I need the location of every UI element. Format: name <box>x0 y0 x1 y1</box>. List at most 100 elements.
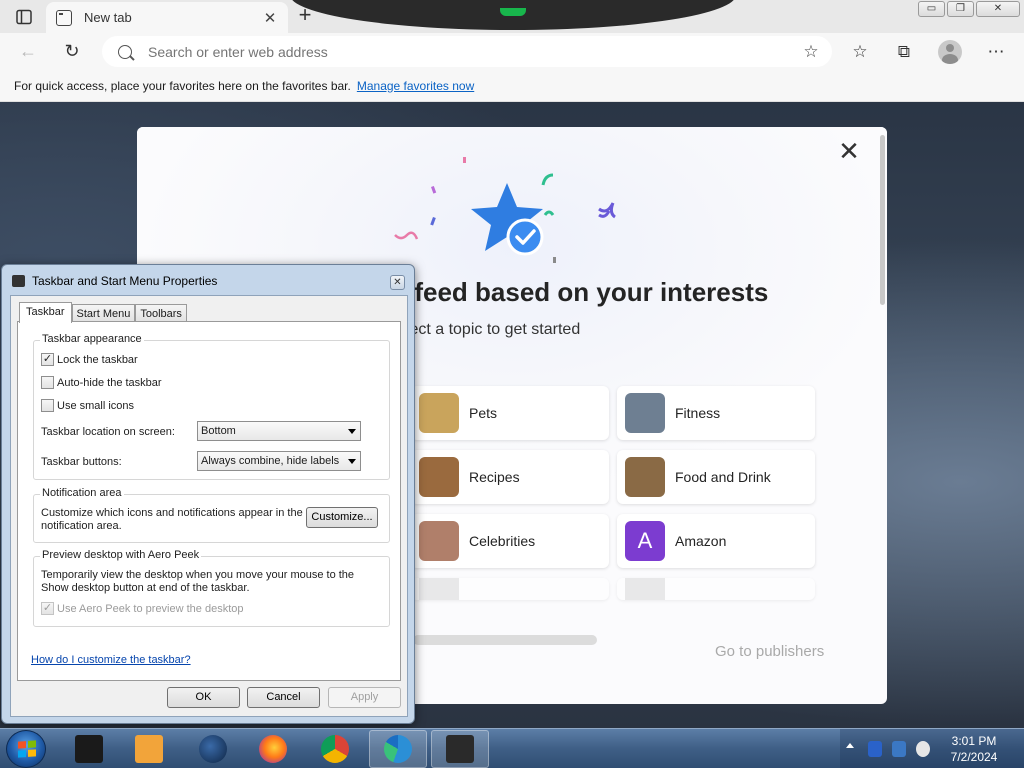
select-value: Bottom <box>201 425 236 437</box>
app-window-icon <box>75 735 103 763</box>
topic-card-recipes[interactable]: Recipes <box>411 450 609 504</box>
dialog-tabs: Taskbar Start Menu Toolbars <box>19 302 187 323</box>
topic-label: Fitness <box>675 405 721 421</box>
tab-new-tab[interactable]: New tab ✕ <box>46 2 288 33</box>
refresh-button[interactable]: ↻ <box>60 40 84 64</box>
amazon-logo-icon: A <box>625 521 665 561</box>
tab-actions-button[interactable] <box>10 6 38 28</box>
taskbar-location-select[interactable]: Bottom <box>197 421 361 441</box>
dialog-close-button[interactable]: ✕ <box>390 275 405 290</box>
small-icons-checkbox[interactable]: Use small icons <box>41 399 134 412</box>
add-favorite-icon[interactable]: ☆ <box>796 42 826 62</box>
edge-icon <box>384 735 412 763</box>
dialog-body: Taskbar Start Menu Toolbars Taskbar appe… <box>10 295 408 717</box>
network-icon[interactable] <box>892 741 906 757</box>
taskbar-app-generic[interactable] <box>60 730 118 768</box>
buttons-label: Taskbar buttons: <box>41 456 122 468</box>
tab-actions-icon <box>16 9 32 25</box>
profile-avatar[interactable] <box>938 40 962 64</box>
description-line: Customize which icons and notifications … <box>41 507 303 519</box>
description-line: notification area. <box>41 520 122 532</box>
windows-taskbar: 3:01 PM 7/2/2024 <box>0 728 1024 768</box>
checkbox-label: Use small icons <box>57 399 135 412</box>
checkbox-label: Lock the taskbar <box>57 353 138 366</box>
taskbar-buttons-select[interactable]: Always combine, hide labels <box>197 451 361 471</box>
tab-close-icon[interactable]: ✕ <box>262 9 278 27</box>
search-icon <box>118 44 132 59</box>
address-input[interactable] <box>148 43 796 60</box>
topic-label: Recipes <box>469 469 520 485</box>
food-and-drink-thumbnail <box>625 457 665 497</box>
checkbox-checked-icon[interactable]: ✓ <box>41 602 54 615</box>
taskbar-app-firefox[interactable] <box>244 730 302 768</box>
topic-label: Amazon <box>675 533 727 549</box>
manage-favorites-link[interactable]: Manage favorites now <box>357 79 474 93</box>
topic-thumbnail <box>625 578 665 600</box>
taskbar-app-window[interactable] <box>431 730 489 768</box>
customize-button[interactable]: Customize... <box>306 507 378 528</box>
apply-button[interactable]: Apply <box>328 687 401 708</box>
aero-peek-description: Temporarily view the desktop when you mo… <box>41 569 354 595</box>
show-hidden-icons-icon[interactable] <box>846 743 854 748</box>
aero-peek-checkbox[interactable]: ✓ Use Aero Peek to preview the desktop <box>41 602 244 615</box>
topic-card-fitness[interactable]: Fitness <box>617 386 815 440</box>
checkbox-checked-icon[interactable]: ✓ <box>41 353 54 366</box>
go-to-publishers-link[interactable]: Go to publishers <box>715 643 824 660</box>
auto-hide-checkbox[interactable]: Auto-hide the taskbar <box>41 376 162 389</box>
tab-taskbar[interactable]: Taskbar <box>19 302 72 323</box>
help-link[interactable]: How do I customize the taskbar? <box>31 654 191 666</box>
checkbox-unchecked-icon[interactable] <box>41 399 54 412</box>
tab-title: New tab <box>84 10 132 25</box>
checkbox-label: Use Aero Peek to preview the desktop <box>57 602 244 615</box>
chrome-icon <box>321 735 349 763</box>
modal-subheading: elect a topic to get started <box>397 321 581 338</box>
taskbar-app-chrome[interactable] <box>306 730 364 768</box>
group-title: Preview desktop with Aero Peek <box>40 549 202 561</box>
topic-card-amazon[interactable]: A Amazon <box>617 514 815 568</box>
group-title: Notification area <box>40 487 124 499</box>
ok-button[interactable]: OK <box>167 687 240 708</box>
topic-card-partial[interactable] <box>411 578 609 600</box>
modal-close-icon[interactable]: ✕ <box>837 138 861 164</box>
pets-thumbnail <box>419 393 459 433</box>
favorites-bar: For quick access, place your favorites h… <box>0 70 1024 102</box>
topic-thumbnail <box>419 578 459 600</box>
dialog-titlebar[interactable]: Taskbar and Start Menu Properties <box>12 274 217 288</box>
close-window-button[interactable]: ✕ <box>976 1 1020 17</box>
modal-scrollbar[interactable] <box>880 135 885 305</box>
favorites-icon[interactable]: ☆ <box>848 40 872 64</box>
checkbox-label: Auto-hide the taskbar <box>57 376 162 389</box>
clock[interactable]: 3:01 PM 7/2/2024 <box>934 733 1014 765</box>
topic-card-food-and-drink[interactable]: Food and Drink <box>617 450 815 504</box>
taskbar-appearance-group: Taskbar appearance ✓ Lock the taskbar Au… <box>33 333 390 480</box>
volume-icon[interactable] <box>916 741 930 757</box>
lock-taskbar-checkbox[interactable]: ✓ Lock the taskbar <box>41 353 138 366</box>
globe-icon <box>199 735 227 763</box>
more-options-icon[interactable]: ⋯ <box>984 40 1008 64</box>
address-bar[interactable]: ☆ <box>102 36 832 67</box>
dialog-title: Taskbar and Start Menu Properties <box>32 274 218 288</box>
checkbox-unchecked-icon[interactable] <box>41 376 54 389</box>
windows-logo-icon <box>18 740 36 758</box>
restore-button[interactable]: ❐ <box>947 1 974 17</box>
topic-label: Pets <box>469 405 498 421</box>
taskbar-app-media[interactable] <box>120 730 178 768</box>
taskbar-app-globe[interactable] <box>184 730 242 768</box>
recipes-thumbnail <box>419 457 459 497</box>
topic-card-partial[interactable] <box>617 578 815 600</box>
topic-card-pets[interactable]: Pets <box>411 386 609 440</box>
dropdown-arrow-icon <box>348 459 356 464</box>
collections-icon[interactable]: ⧉ <box>892 40 916 64</box>
cancel-button[interactable]: Cancel <box>247 687 320 708</box>
new-tab-button[interactable]: + <box>292 4 318 28</box>
notification-description: Customize which icons and notifications … <box>41 507 303 533</box>
tray-app-icon[interactable] <box>868 741 882 757</box>
modal-heading: r feed based on your interests <box>397 277 769 307</box>
topics-horizontal-scrollbar[interactable] <box>413 635 597 645</box>
back-button[interactable]: ← <box>16 40 40 64</box>
taskbar-app-edge[interactable] <box>369 730 427 768</box>
topic-card-celebrities[interactable]: Celebrities <box>411 514 609 568</box>
minimize-button[interactable]: ▭ <box>918 1 945 17</box>
topic-label: Food and Drink <box>675 469 771 485</box>
start-button[interactable] <box>6 730 46 768</box>
